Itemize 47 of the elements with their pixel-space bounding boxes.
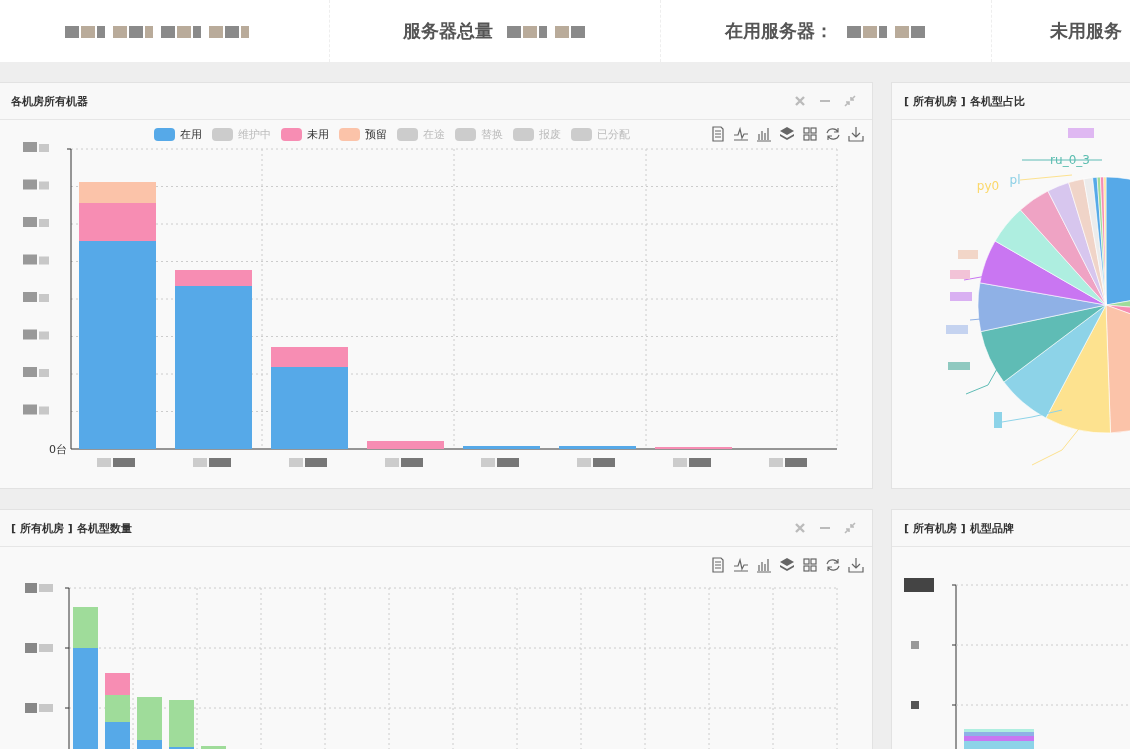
pie-label: pl <box>1009 173 1021 187</box>
stat-label: 在用服务器： <box>725 19 833 43</box>
grid-icon[interactable] <box>802 557 818 573</box>
stack-icon[interactable] <box>779 126 795 142</box>
bar-chart-icon[interactable] <box>756 557 772 573</box>
panel-title: 各机房所有机器 <box>11 93 88 109</box>
legend-swatch[interactable] <box>397 127 418 141</box>
legend-label[interactable]: 在用 <box>180 126 202 142</box>
panel-title: [ 所有机房 ] 各机型数量 <box>11 520 132 536</box>
close-icon[interactable] <box>794 522 806 534</box>
legend-label[interactable]: 预留 <box>365 126 387 142</box>
bar-chart-icon[interactable] <box>756 126 772 142</box>
download-icon[interactable] <box>848 126 864 142</box>
line-chart-icon[interactable] <box>733 557 749 573</box>
collapse-icon[interactable] <box>844 522 856 534</box>
legend-swatch[interactable] <box>455 127 476 141</box>
download-icon[interactable] <box>848 557 864 573</box>
legend-label[interactable]: 未用 <box>307 126 329 142</box>
refresh-icon[interactable] <box>825 126 841 142</box>
stat-label: 服务器总量 <box>403 19 493 43</box>
data-view-icon[interactable] <box>710 557 726 573</box>
legend-swatch[interactable] <box>281 127 302 141</box>
stack-icon[interactable] <box>779 557 795 573</box>
stacked-bar <box>201 746 226 749</box>
stacked-bar <box>169 700 194 749</box>
legend-swatch[interactable] <box>154 127 175 141</box>
pie-label: ru_0_3 <box>1050 153 1090 167</box>
panel-title: [ 所有机房 ] 各机型占比 <box>904 93 1025 109</box>
legend-swatch[interactable] <box>212 127 233 141</box>
close-icon[interactable] <box>794 95 806 107</box>
pie-label: py0 <box>976 179 1000 193</box>
stacked-bar <box>137 697 162 749</box>
panel-title: [ 所有机房 ] 机型品牌 <box>904 520 1014 536</box>
legend-label[interactable]: 报废 <box>539 126 561 142</box>
legend-swatch[interactable] <box>571 127 592 141</box>
axis-label: 0台 <box>49 443 67 456</box>
legend-swatch[interactable] <box>339 127 360 141</box>
stacked-bar <box>964 729 1034 749</box>
grid-icon[interactable] <box>802 126 818 142</box>
legend-label[interactable]: 替换 <box>481 126 503 142</box>
collapse-icon[interactable] <box>844 95 856 107</box>
legend-swatch[interactable] <box>513 127 534 141</box>
line-chart-icon[interactable] <box>733 126 749 142</box>
legend-label[interactable]: 已分配 <box>597 126 630 142</box>
refresh-icon[interactable] <box>825 557 841 573</box>
data-view-icon[interactable] <box>710 126 726 142</box>
stat-label: 未用服务 <box>1050 19 1122 43</box>
